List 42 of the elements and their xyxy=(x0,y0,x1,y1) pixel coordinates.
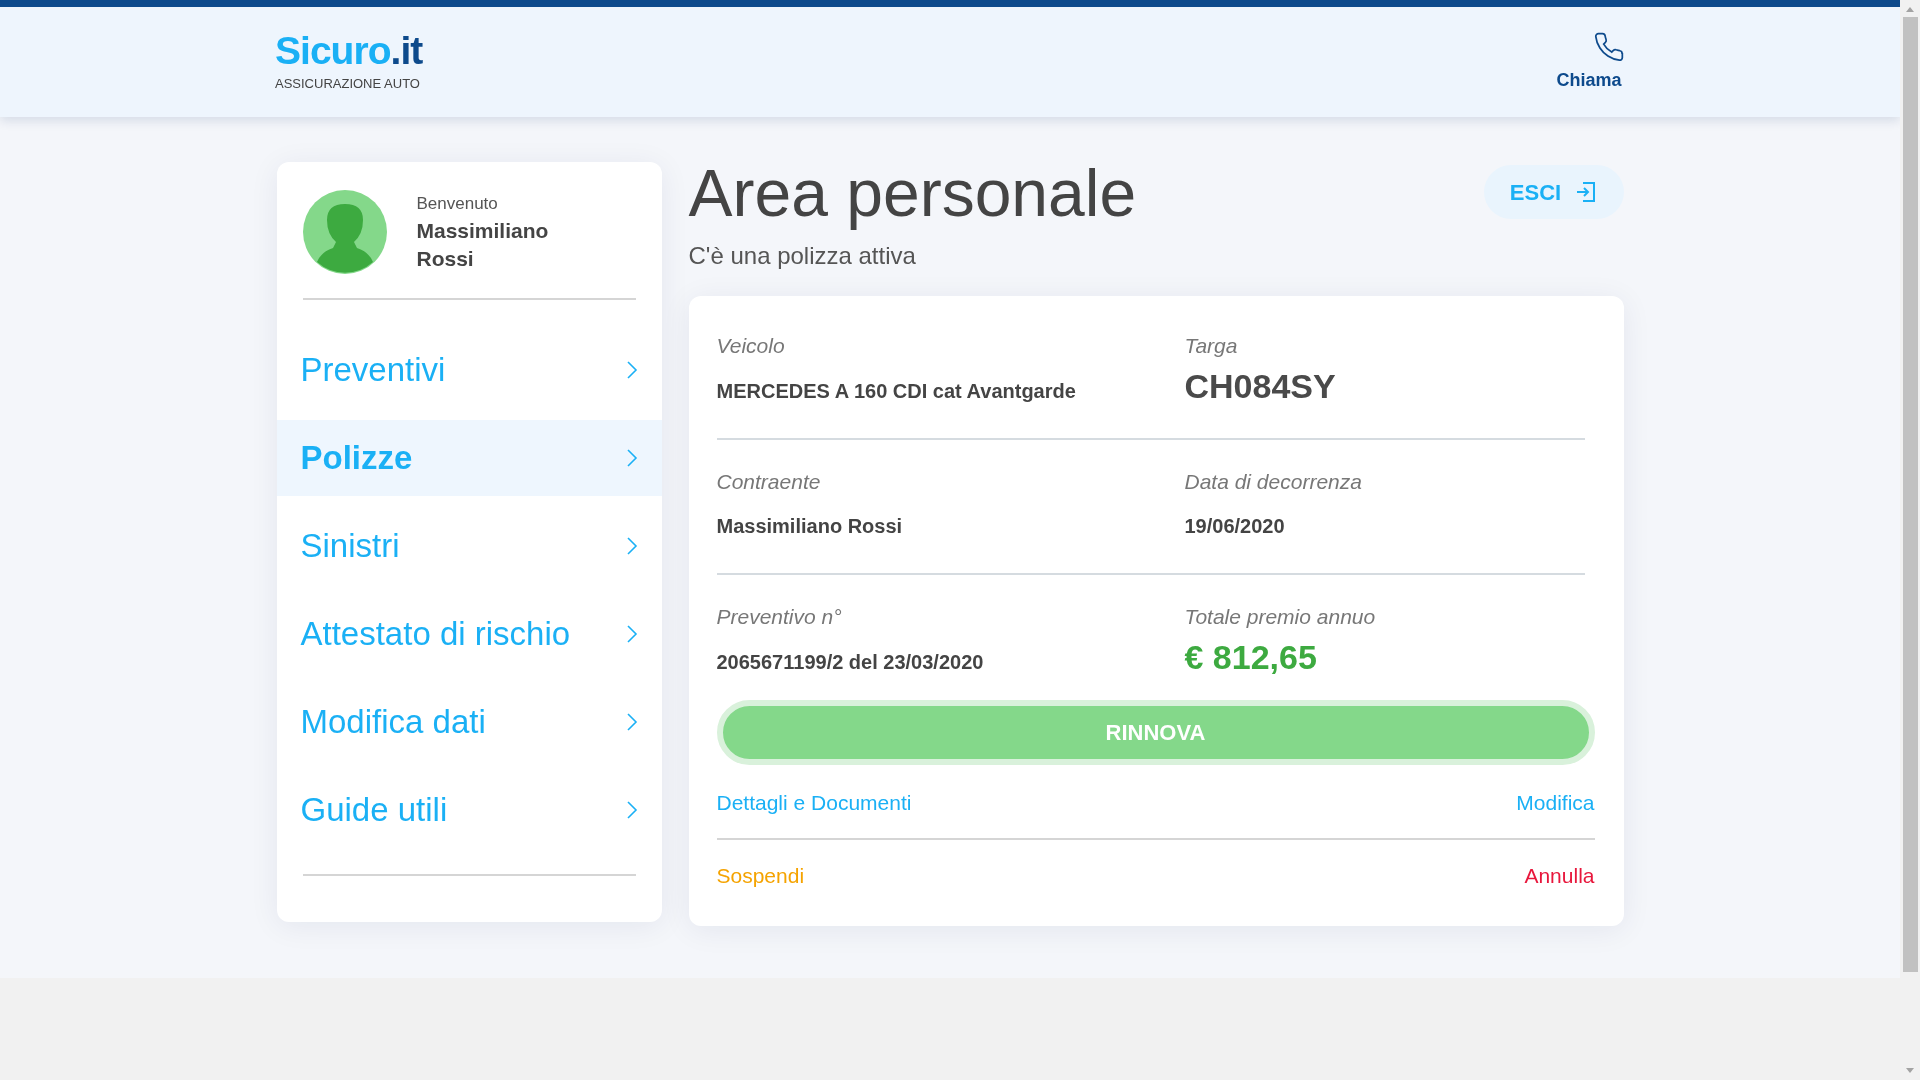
logo[interactable]: Sicuro.it xyxy=(275,30,423,70)
field-value: Massimiliano Rossi xyxy=(716,514,904,539)
scrollbar-thumb[interactable] xyxy=(1902,17,1918,972)
menu-item[interactable]: Polizze xyxy=(276,420,662,496)
action-link[interactable]: Modifica xyxy=(1516,786,1595,818)
chevron-right-icon xyxy=(625,536,638,556)
user-name: Massimiliano Rossi xyxy=(416,217,550,272)
field-label: Data di decorrenza xyxy=(1184,468,1363,495)
field-label: Totale premio annuo xyxy=(1184,604,1377,630)
menu-item[interactable]: Preventivi xyxy=(276,332,662,408)
field-value: 2065671199/2 del 23/03/2020 xyxy=(716,649,985,675)
field-label: Contraente xyxy=(716,468,822,495)
field-value: 19/06/2020 xyxy=(1184,514,1286,539)
welcome-label: Benvenuto xyxy=(416,193,499,216)
chevron-right-icon xyxy=(625,624,638,644)
action-link[interactable]: Dettagli e Documenti xyxy=(716,786,912,818)
phone-icon xyxy=(1593,30,1625,63)
scroll-up-icon[interactable] xyxy=(1905,5,1915,13)
avatar-icon xyxy=(302,190,387,274)
menu-item[interactable]: Sinistri xyxy=(276,508,662,584)
menu-item[interactable]: Guide utili xyxy=(276,772,662,848)
price-value: € 812,65 xyxy=(1184,636,1318,677)
scroll-down-icon[interactable] xyxy=(1905,1067,1915,1075)
field-value: MERCEDES A 160 CDI cat Avantgarde xyxy=(716,378,1077,404)
menu-item[interactable]: Modifica dati xyxy=(276,684,662,760)
chevron-right-icon xyxy=(625,360,638,380)
chevron-right-icon xyxy=(625,800,638,820)
page-subtitle: C'è una polizza attiva xyxy=(688,241,917,271)
menu-item[interactable]: Attestato di rischio xyxy=(276,596,662,672)
call-button[interactable]: Chiama xyxy=(1553,30,1625,94)
action-link[interactable]: Sospendi xyxy=(716,860,805,892)
chevron-right-icon xyxy=(625,448,638,468)
chevron-right-icon xyxy=(625,712,638,732)
field-label: Veicolo xyxy=(716,333,786,359)
action-link[interactable]: Annulla xyxy=(1524,860,1595,892)
field-label: Targa xyxy=(1184,333,1239,359)
plate-value: CH084SY xyxy=(1184,365,1337,406)
logout-icon xyxy=(1575,181,1598,203)
logo-tagline: ASSICURAZIONE AUTO xyxy=(275,74,421,93)
logout-button[interactable]: ESCI xyxy=(1483,165,1624,219)
field-label: Preventivo n° xyxy=(716,604,843,630)
renew-button[interactable]: RINNOVA xyxy=(716,699,1595,765)
